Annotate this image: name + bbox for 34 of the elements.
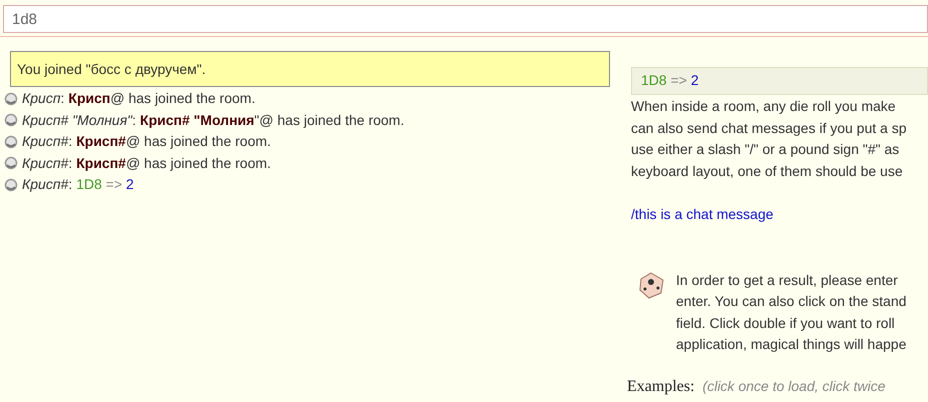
roll-result: 1D8 => 2 [76, 175, 134, 194]
help-text: application, magical things will happe [676, 335, 906, 354]
chat-example: /this is a chat message [631, 205, 774, 224]
help-text: can also send chat messages if you put a sp [631, 118, 908, 138]
colon: : [68, 154, 72, 173]
help-text: field. Click double if you want to roll [676, 314, 896, 333]
spinner-icon [4, 178, 18, 192]
help-text: keyboard layout, one of them should be use [631, 162, 904, 181]
spinner-icon [4, 113, 18, 128]
join-notice: You joined "босс с двуручем". [10, 51, 610, 87]
spinner-icon [4, 92, 18, 106]
help-text: When inside a room, any die roll you make [631, 97, 897, 116]
join-message: Крисп#@ has joined the room. [76, 132, 271, 152]
colon: : [60, 89, 64, 108]
dice-input[interactable]: 1d8 [3, 5, 928, 33]
speaker-name: Крисп# [22, 154, 68, 173]
spinner-icon [4, 134, 18, 149]
roll-result: 1D8 => 2 [641, 71, 699, 90]
examples-hint: (click once to load, click twice [702, 376, 886, 396]
help-text: enter. You can also click on the stand [676, 292, 906, 311]
speaker-name: Крисп [22, 89, 61, 108]
help-text: In order to get a result, please enter [676, 270, 899, 290]
speaker-name: Крисп# [22, 132, 68, 152]
speaker-name: Крисп# [22, 175, 68, 194]
speaker-name: Крисп# "Молния" [22, 110, 132, 130]
help-text: use either a slash "/" or a pound sign "#" as [631, 140, 900, 159]
join-message: Крисп#@ has joined the room. [76, 154, 271, 173]
colon: : [68, 175, 72, 194]
colon: : [132, 110, 136, 130]
examples-label: Examples: [627, 376, 695, 396]
colon: : [68, 132, 72, 152]
join-message: Крисп@ has joined the room. [68, 89, 256, 108]
spinner-icon [4, 156, 18, 170]
join-message: Крисп# "Молния"@ has joined the room. [140, 110, 404, 130]
